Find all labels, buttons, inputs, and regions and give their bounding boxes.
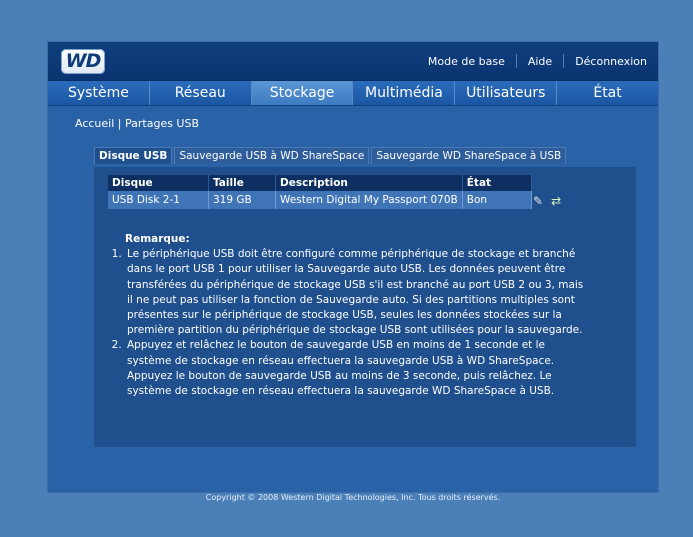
table-header-row: Disque Taille Description État (108, 175, 532, 191)
col-header-disk: Disque (108, 175, 209, 191)
remark-item: Appuyez et relâchez le bouton de sauvega… (125, 338, 588, 399)
usb-disk-table: Disque Taille Description État USB Disk … (108, 175, 532, 209)
change-icon[interactable]: ⇄ (551, 194, 561, 208)
wd-logo: WD (61, 49, 105, 74)
header-links: Mode de base Aide Déconnexion (417, 42, 658, 80)
subtab-sharespace-to-usb[interactable]: Sauvegarde WD ShareSpace à USB (371, 147, 567, 164)
col-header-status: État (462, 175, 532, 191)
breadcrumb: Accueil | Partages USB (75, 117, 199, 130)
remark-item: Le périphérique USB doit être configuré … (125, 247, 588, 338)
tab-system[interactable]: Système (48, 81, 150, 105)
col-header-description: Description (275, 175, 463, 191)
basic-mode-link[interactable]: Mode de base (417, 55, 516, 68)
subtab-bar: Disque USB Sauvegarde USB à WD ShareSpac… (94, 147, 568, 164)
tab-storage[interactable]: Stockage (251, 81, 354, 105)
cell-size: 319 GB (208, 191, 276, 209)
tab-users[interactable]: Utilisateurs (455, 81, 558, 105)
remark-section: Remarque: Le périphérique USB doit être … (108, 232, 588, 399)
breadcrumb-home[interactable]: Accueil (75, 117, 114, 130)
edit-icon[interactable]: ✎ (533, 194, 543, 208)
breadcrumb-current[interactable]: Partages USB (125, 117, 199, 130)
remark-list: Le périphérique USB doit être configuré … (108, 247, 588, 399)
remark-title: Remarque: (125, 233, 190, 245)
cell-status: Bon (462, 191, 532, 209)
subtab-usb-disk[interactable]: Disque USB (94, 147, 173, 164)
top-bar: WD Mode de base Aide Déconnexion (48, 42, 658, 81)
table-row[interactable]: USB Disk 2-1 319 GB Western Digital My P… (108, 191, 532, 209)
tab-multimedia[interactable]: Multimédia (353, 81, 456, 105)
tab-status[interactable]: État (557, 81, 658, 105)
help-link[interactable]: Aide (517, 55, 563, 68)
tab-network[interactable]: Réseau (149, 81, 252, 105)
logout-link[interactable]: Déconnexion (564, 55, 658, 68)
col-header-size: Taille (208, 175, 276, 191)
subtab-usb-to-sharespace[interactable]: Sauvegarde USB à WD ShareSpace (174, 147, 370, 164)
app-window: WD Mode de base Aide Déconnexion Système… (48, 42, 658, 502)
main-nav: Système Réseau Stockage Multimédia Utili… (48, 81, 658, 106)
row-actions: ✎ ⇄ (533, 194, 561, 208)
cell-description: Western Digital My Passport 070B (275, 191, 463, 209)
footer-copyright: Copyright © 2008 Western Digital Technol… (205, 493, 501, 502)
breadcrumb-separator: | (117, 117, 122, 130)
cell-disk: USB Disk 2-1 (108, 191, 209, 209)
